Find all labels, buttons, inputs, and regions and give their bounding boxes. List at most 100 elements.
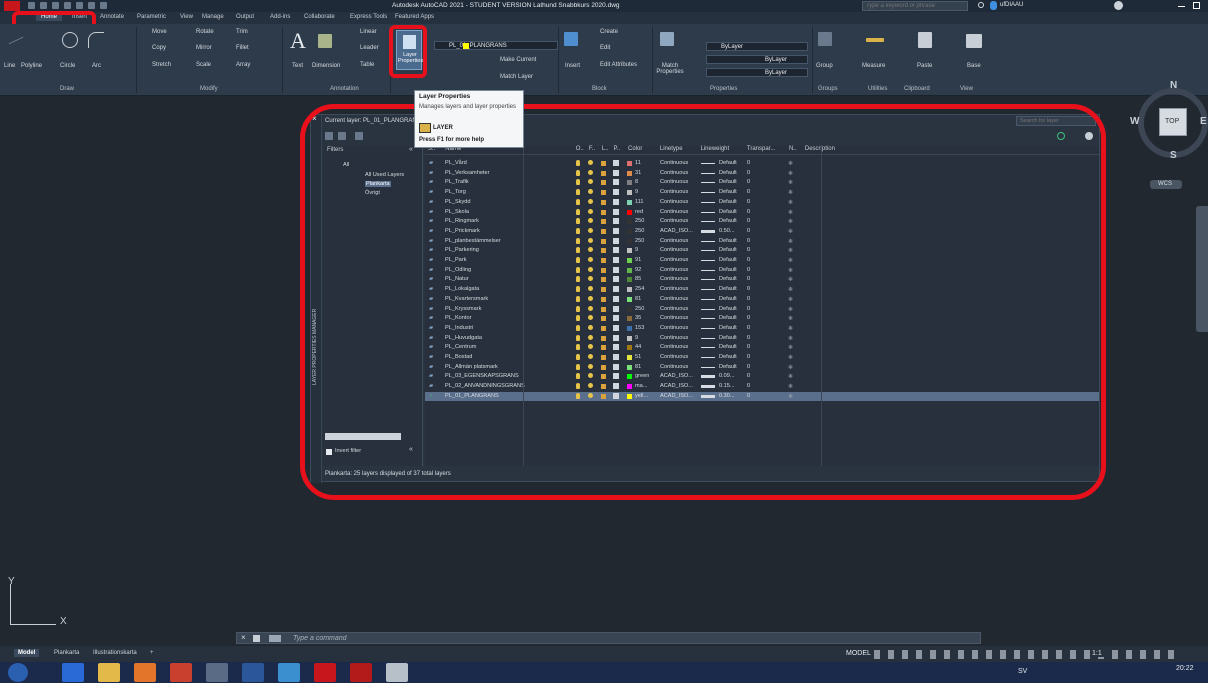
layer-transparency[interactable]: 0 bbox=[747, 306, 750, 312]
user-name[interactable]: ufDIAAU bbox=[1000, 2, 1023, 8]
layer-list[interactable]: S.. Name O.. F.. L.. P.. Color Linetype Lineweig… bbox=[425, 146, 1099, 466]
layer-name[interactable]: PL_Kvartersmark bbox=[445, 296, 488, 302]
layer-freeze-icon[interactable] bbox=[588, 373, 593, 379]
base-button[interactable]: Base bbox=[967, 63, 981, 69]
circle-icon[interactable] bbox=[62, 32, 78, 48]
layer-status-icon[interactable]: ▰ bbox=[429, 344, 433, 350]
lineweight-icon[interactable] bbox=[701, 260, 715, 261]
layer-color-value[interactable]: 250 bbox=[635, 306, 644, 312]
vp-freeze-icon[interactable]: ❄ bbox=[788, 218, 793, 225]
layer-lock-icon[interactable] bbox=[601, 384, 606, 390]
layer-freeze-icon[interactable] bbox=[588, 305, 593, 311]
polyline-button[interactable]: Polyline bbox=[21, 63, 42, 69]
layer-color-value[interactable]: 153 bbox=[635, 325, 644, 331]
layer-freeze-icon[interactable] bbox=[588, 198, 593, 204]
layer-color-swatch[interactable] bbox=[627, 364, 632, 370]
layer-transparency[interactable]: 0 bbox=[747, 238, 750, 244]
layer-lineweight[interactable]: 0.50... bbox=[719, 228, 735, 234]
wcs-menu[interactable]: WCS bbox=[1150, 180, 1182, 189]
layer-transparency[interactable]: 0 bbox=[747, 276, 750, 282]
layer-linetype[interactable]: Continuous bbox=[660, 354, 688, 360]
layer-color-swatch[interactable] bbox=[627, 296, 632, 302]
layer-on-icon[interactable] bbox=[576, 286, 580, 293]
layer-lineweight[interactable]: Default bbox=[719, 170, 737, 176]
layer-lock-icon[interactable] bbox=[601, 238, 606, 244]
autocad-taskbar-icon[interactable] bbox=[314, 663, 336, 682]
vp-freeze-icon[interactable]: ❄ bbox=[788, 228, 793, 235]
tab-illustrationskarta[interactable]: Illustrationskarta bbox=[89, 649, 141, 657]
layer-lock-icon[interactable] bbox=[601, 296, 606, 302]
vp-freeze-icon[interactable]: ❄ bbox=[788, 286, 793, 293]
layer-name[interactable]: PL_Centrum bbox=[445, 344, 476, 350]
layer-plot-icon[interactable] bbox=[613, 363, 619, 370]
layer-lock-icon[interactable] bbox=[601, 219, 606, 225]
filter-tree-pane[interactable]: Filters « All All Used Layers Plankarta … bbox=[323, 146, 423, 466]
layer-linetype[interactable]: Continuous bbox=[660, 306, 688, 312]
layer-row[interactable]: ▰ PL_Skydd 111 Continuous Default 0 ❄ bbox=[425, 198, 1099, 207]
layer-lock-icon[interactable] bbox=[601, 316, 606, 322]
lineweight-icon[interactable] bbox=[701, 385, 715, 389]
layer-plot-icon[interactable] bbox=[613, 373, 619, 380]
app-icon[interactable] bbox=[206, 663, 228, 682]
layer-color-value[interactable]: 44 bbox=[635, 344, 641, 350]
layer-name[interactable]: PL_Huvudgata bbox=[445, 335, 482, 341]
layer-transparency[interactable]: 0 bbox=[747, 218, 750, 224]
layer-linetype[interactable]: Continuous bbox=[660, 238, 688, 244]
group-button[interactable]: Group bbox=[816, 63, 833, 69]
layer-status-icon[interactable]: ▰ bbox=[429, 179, 433, 185]
layer-lineweight[interactable]: Default bbox=[719, 344, 737, 350]
restore-button[interactable] bbox=[1193, 2, 1200, 9]
layer-on-icon[interactable] bbox=[576, 363, 580, 370]
layer-color-swatch[interactable] bbox=[627, 316, 632, 322]
scale-button[interactable]: Scale bbox=[196, 62, 211, 68]
layer-name[interactable]: PL_Trafik bbox=[445, 179, 469, 185]
layer-freeze-icon[interactable] bbox=[588, 218, 593, 224]
layer-lineweight[interactable]: Default bbox=[719, 364, 737, 370]
layer-status-icon[interactable]: ▰ bbox=[429, 296, 433, 302]
lineweight-icon[interactable] bbox=[701, 318, 715, 320]
layer-color-value[interactable]: 250 bbox=[635, 218, 644, 224]
layer-transparency[interactable]: 0 bbox=[747, 373, 750, 379]
layer-freeze-icon[interactable] bbox=[588, 227, 593, 233]
layer-status-icon[interactable]: ▰ bbox=[429, 238, 433, 244]
filter-plankarta[interactable]: Plankarta bbox=[365, 181, 391, 187]
arc-icon[interactable] bbox=[88, 32, 104, 48]
draw-panel-title[interactable]: Draw bbox=[60, 86, 74, 92]
vp-freeze-icon[interactable]: ❄ bbox=[788, 393, 793, 400]
layer-row[interactable]: ▰ PL_02_ANVANDNINGSGRANS ma... ACAD_ISO... 0… bbox=[425, 382, 1099, 391]
groups-panel-title[interactable]: Groups bbox=[818, 86, 838, 92]
layer-linetype[interactable]: Continuous bbox=[660, 296, 688, 302]
layer-freeze-icon[interactable] bbox=[588, 179, 593, 185]
layer-lineweight[interactable]: Default bbox=[719, 325, 737, 331]
layer-status-icon[interactable]: ▰ bbox=[429, 383, 433, 389]
layer-on-icon[interactable] bbox=[576, 354, 580, 360]
layer-properties-manager[interactable]: LAYER PROPERTIES MANAGER × Current layer… bbox=[310, 114, 1100, 483]
layer-name[interactable]: PL_planbestämmelser bbox=[445, 238, 501, 244]
layer-linetype[interactable]: Continuous bbox=[660, 160, 688, 166]
layer-lock-icon[interactable] bbox=[601, 248, 606, 254]
layer-on-icon[interactable] bbox=[576, 295, 580, 302]
layer-color-value[interactable]: ma... bbox=[635, 383, 647, 389]
make-current-button[interactable]: Make Current bbox=[500, 57, 536, 63]
viewcube[interactable]: TOP N S W E bbox=[1130, 80, 1208, 176]
compass-west[interactable]: W bbox=[1130, 116, 1139, 127]
layer-plot-icon[interactable] bbox=[613, 247, 619, 254]
compass-south[interactable]: S bbox=[1170, 150, 1177, 161]
layer-name[interactable]: PL_Odling bbox=[445, 267, 471, 273]
layer-linetype[interactable]: Continuous bbox=[660, 218, 688, 224]
layer-on-icon[interactable] bbox=[576, 266, 580, 273]
layer-lock-icon[interactable] bbox=[601, 190, 606, 196]
vp-freeze-icon[interactable]: ❄ bbox=[788, 325, 793, 332]
copy-button[interactable]: Copy bbox=[152, 45, 166, 51]
layer-plot-icon[interactable] bbox=[613, 218, 619, 225]
layer-freeze-icon[interactable] bbox=[588, 257, 593, 262]
layer-color-swatch[interactable] bbox=[627, 355, 632, 360]
layer-name[interactable]: PL_Bostad bbox=[445, 354, 472, 360]
vp-freeze-icon[interactable]: ❄ bbox=[788, 267, 793, 274]
layer-status-icon[interactable]: ▰ bbox=[429, 306, 433, 312]
layer-lock-icon[interactable] bbox=[601, 258, 606, 263]
layer-row[interactable]: ▰ PL_Verksamheter 31 Continuous Default 0 ❄ bbox=[425, 169, 1099, 178]
layer-freeze-icon[interactable] bbox=[588, 315, 593, 321]
layer-freeze-icon[interactable] bbox=[588, 208, 593, 214]
layer-lock-icon[interactable] bbox=[601, 345, 606, 351]
